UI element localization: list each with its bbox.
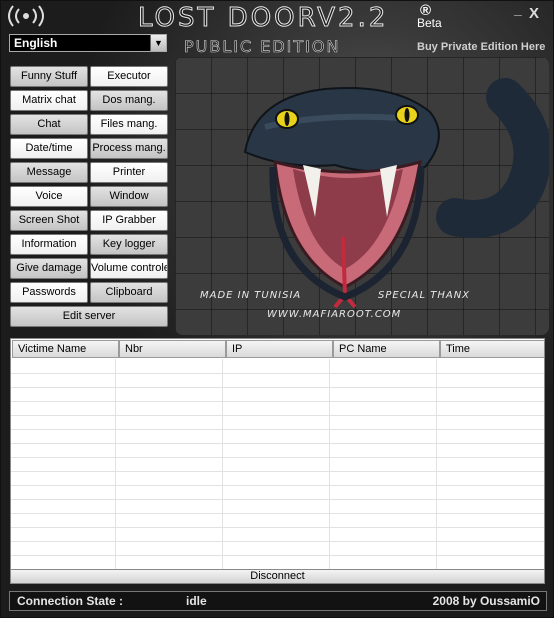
screen-shot-button[interactable]: Screen Shot bbox=[10, 210, 88, 231]
website-label: WWW.MAFIAROOT.COM bbox=[267, 309, 402, 320]
files-mang-button[interactable]: Files mang. bbox=[90, 114, 168, 135]
broadcast-signal-icon bbox=[8, 5, 44, 27]
table-header: Victime Name Nbr IP PC Name Time bbox=[12, 340, 544, 358]
message-button[interactable]: Message bbox=[10, 162, 88, 183]
voice-button[interactable]: Voice bbox=[10, 186, 88, 207]
connection-state-value: idle bbox=[186, 594, 207, 608]
matrix-chat-button[interactable]: Matrix chat bbox=[10, 90, 88, 111]
status-bar: Connection State : idle 2008 by OussamiO bbox=[9, 591, 547, 611]
connection-state-label: Connection State : bbox=[17, 594, 124, 608]
volume-controle-button[interactable]: Volume controle bbox=[90, 258, 168, 279]
window-button[interactable]: Window bbox=[90, 186, 168, 207]
dos-mang-button[interactable]: Dos mang. bbox=[90, 90, 168, 111]
close-button[interactable]: X bbox=[529, 5, 539, 22]
special-thanks-label: SPECIAL THANX bbox=[378, 290, 471, 301]
beta-label: Beta bbox=[417, 16, 442, 30]
edition-label: PUBLIC EDITION bbox=[184, 37, 341, 57]
made-in-label: MADE IN TUNISIA bbox=[200, 290, 302, 301]
victims-table[interactable]: Victime Name Nbr IP PC Name Time bbox=[10, 338, 545, 570]
language-select[interactable]: English ▼ bbox=[9, 34, 167, 52]
give-damage-button[interactable]: Give damage bbox=[10, 258, 88, 279]
language-selected-value: English bbox=[14, 36, 58, 50]
snake-banner: MADE IN TUNISIA SPECIAL THANX WWW.MAFIAR… bbox=[175, 57, 549, 335]
table-grid bbox=[11, 359, 544, 569]
chevron-down-icon[interactable]: ▼ bbox=[150, 35, 166, 51]
funny-stuff-button[interactable]: Funny Stuff bbox=[10, 66, 88, 87]
edit-server-button[interactable]: Edit server bbox=[10, 306, 168, 327]
information-button[interactable]: Information bbox=[10, 234, 88, 255]
column-header-ip[interactable]: IP bbox=[226, 340, 333, 358]
app-title: LOST DOORV2.2 bbox=[138, 3, 389, 34]
key-logger-button[interactable]: Key logger bbox=[90, 234, 168, 255]
column-header-victime-name[interactable]: Victime Name bbox=[12, 340, 119, 358]
credit-label: 2008 by OussamiO bbox=[432, 594, 540, 608]
title-bar[interactable]: LOST DOORV2.2 ® Beta _ X bbox=[1, 1, 554, 35]
ip-grabber-button[interactable]: IP Grabber bbox=[90, 210, 168, 231]
date-time-button[interactable]: Date/time bbox=[10, 138, 88, 159]
clipboard-button[interactable]: Clipboard bbox=[90, 282, 168, 303]
column-header-time[interactable]: Time bbox=[440, 340, 544, 358]
executor-button[interactable]: Executor bbox=[90, 66, 168, 87]
process-mang-button[interactable]: Process mang. bbox=[90, 138, 168, 159]
column-header-nbr[interactable]: Nbr bbox=[119, 340, 226, 358]
buy-private-edition-link[interactable]: Buy Private Edition Here bbox=[417, 41, 545, 53]
chat-button[interactable]: Chat bbox=[10, 114, 88, 135]
disconnect-button[interactable]: Disconnect bbox=[10, 569, 545, 584]
passwords-button[interactable]: Passwords bbox=[10, 282, 88, 303]
printer-button[interactable]: Printer bbox=[90, 162, 168, 183]
main-window: LOST DOORV2.2 ® Beta _ X English ▼ PUBLI… bbox=[0, 0, 554, 618]
minimize-button[interactable]: _ bbox=[514, 1, 522, 17]
column-header-pc-name[interactable]: PC Name bbox=[333, 340, 440, 358]
